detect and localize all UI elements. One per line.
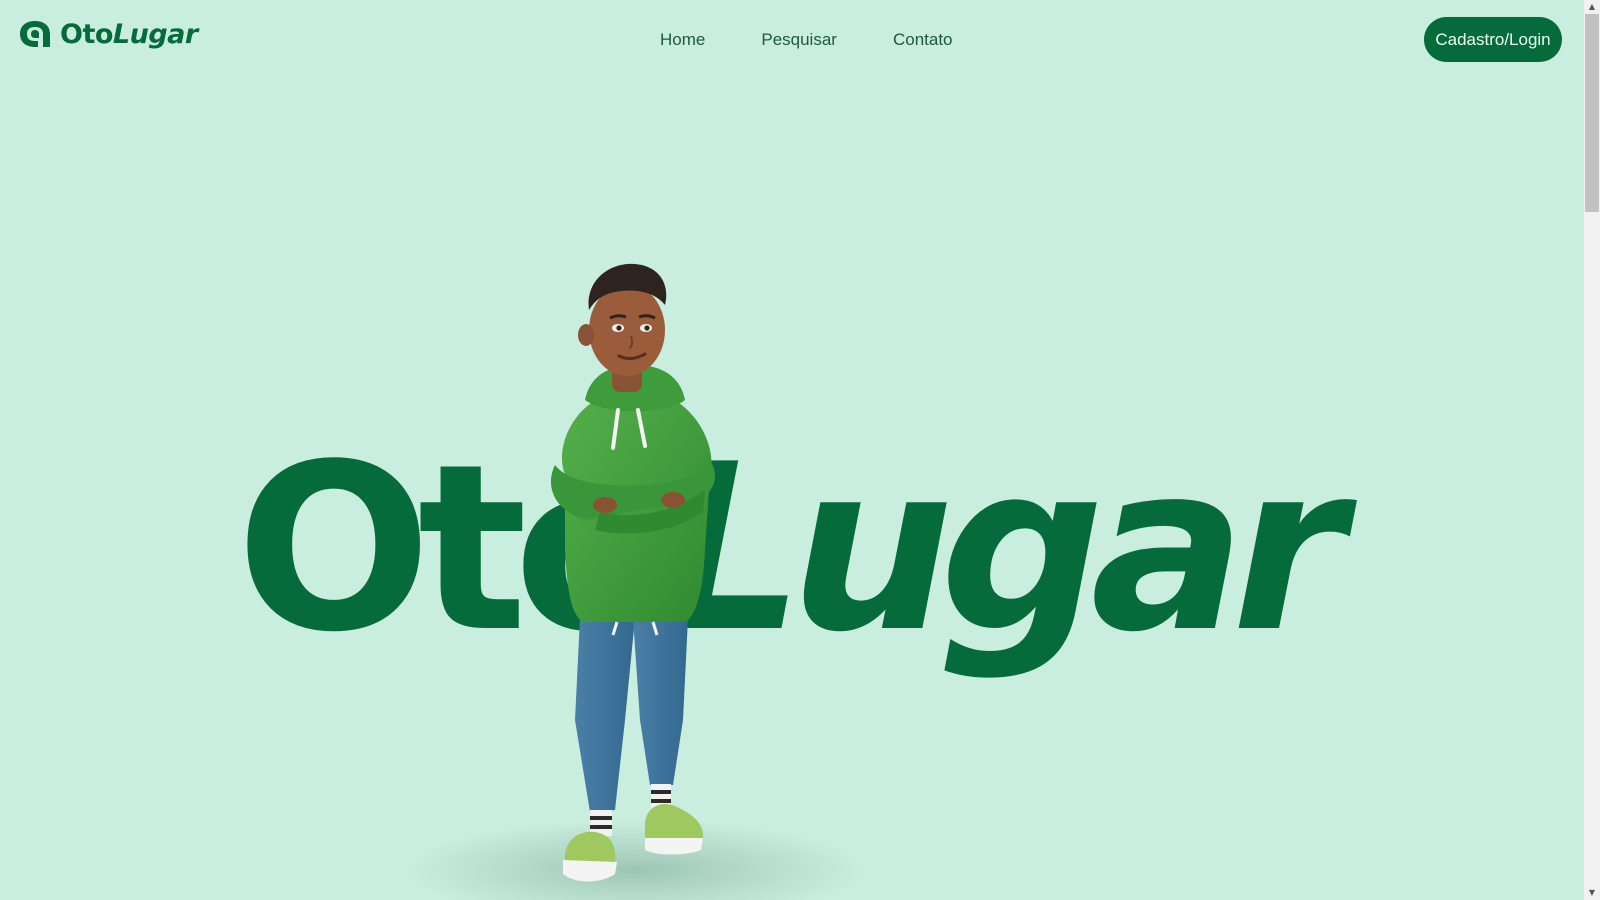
figure-left-leg — [575, 618, 635, 812]
logo-text: OtoLugar — [60, 21, 198, 48]
nav-link-home[interactable]: Home — [660, 28, 705, 52]
figure-right-leg — [633, 618, 688, 785]
main-nav: Home Pesquisar Contato — [660, 28, 953, 52]
nav-link-contato[interactable]: Contato — [893, 28, 953, 52]
figure-shadow — [405, 820, 865, 900]
logo-mark-icon — [20, 21, 50, 47]
cadastro-login-button[interactable]: Cadastro/Login — [1424, 17, 1562, 62]
scroll-up-chevron-up-icon[interactable]: ▲ — [1584, 0, 1600, 14]
nav-link-pesquisar[interactable]: Pesquisar — [761, 28, 837, 52]
person-illustration-icon — [405, 263, 865, 900]
logo-text-oto: Oto — [60, 18, 113, 50]
top-navbar: OtoLugar Home Pesquisar Contato Cadastro… — [0, 0, 1584, 80]
vertical-scrollbar[interactable]: ▲ ▼ — [1584, 0, 1600, 900]
hero-section: OtoLugar — [0, 80, 1584, 900]
figure-head — [589, 284, 665, 376]
brand-logo[interactable]: OtoLugar — [16, 18, 198, 50]
logo-text-lugar: Lugar — [112, 18, 198, 50]
scroll-down-chevron-down-icon[interactable]: ▼ — [1584, 886, 1600, 900]
scrollbar-thumb[interactable] — [1585, 14, 1599, 212]
page: OtoLugar Home Pesquisar Contato Cadastro… — [0, 0, 1600, 900]
